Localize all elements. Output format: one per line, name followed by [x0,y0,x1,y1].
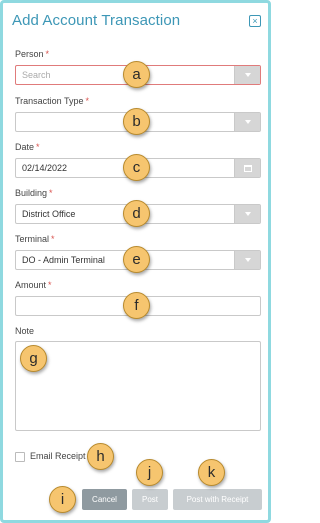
calendar-button[interactable] [234,159,260,177]
building-dropdown-toggle[interactable] [234,205,260,223]
date-label: Date * [15,142,40,152]
person-search-placeholder: Search [22,70,51,80]
transaction-type-label: Transaction Type * [15,96,90,106]
email-receipt-label[interactable]: Email Receipt [30,451,86,461]
transaction-type-dropdown-toggle[interactable] [234,113,260,131]
terminal-value: DO - Admin Terminal [22,255,105,265]
callout-marker-i: i [49,486,76,513]
post-with-receipt-button[interactable]: Post with Receipt [173,489,262,510]
callout-marker-j: j [136,459,163,486]
callout-marker-f: f [123,292,150,319]
cancel-button[interactable]: Cancel [82,489,127,510]
date-value: 02/14/2022 [22,163,68,173]
callout-marker-g: g [20,345,47,372]
chevron-down-icon [244,212,251,216]
callout-marker-k: k [198,459,225,486]
person-label: Person * [15,49,50,59]
chevron-down-icon [244,120,251,124]
modal-title: Add Account Transaction [12,12,181,29]
building-value: District Office [22,209,76,219]
callout-marker-h: h [87,443,114,470]
add-account-transaction-modal: Add Account Transaction × Person * Search… [0,0,271,523]
callout-marker-e: e [123,246,150,273]
note-label: Note [15,326,35,336]
calendar-icon [243,164,252,172]
note-textarea[interactable] [15,341,261,431]
terminal-dropdown-toggle[interactable] [234,251,260,269]
chevron-down-icon [244,73,251,77]
callout-marker-b: b [123,108,150,135]
close-icon[interactable]: × [249,15,261,27]
email-receipt-checkbox[interactable] [15,452,25,462]
callout-marker-d: d [123,200,150,227]
callout-marker-a: a [123,61,150,88]
post-button[interactable]: Post [132,489,168,510]
terminal-label: Terminal * [15,234,55,244]
chevron-down-icon [244,258,251,262]
person-dropdown-toggle[interactable] [234,66,260,84]
amount-label: Amount * [15,280,52,290]
callout-marker-c: c [123,154,150,181]
building-label: Building * [15,188,53,198]
